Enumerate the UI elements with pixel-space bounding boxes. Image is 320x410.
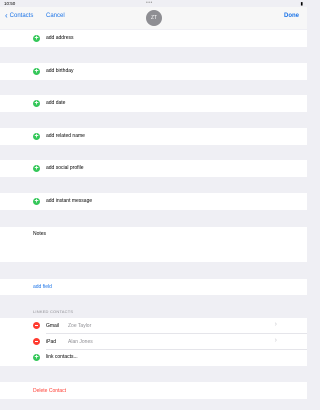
add-field-row[interactable]: add field — [0, 279, 307, 295]
back-button[interactable]: ‹ Contacts — [5, 11, 34, 20]
chevron-left-icon: ‹ — [5, 11, 8, 20]
add-circle-icon: + — [33, 354, 40, 361]
add-instant-message-label: add instant message — [46, 198, 93, 204]
add-social-profile-label: add social profile — [46, 165, 84, 171]
multitask-dots[interactable]: ••• — [146, 0, 153, 6]
remove-circle-icon[interactable] — [33, 322, 40, 329]
add-address-label: add address — [46, 35, 74, 41]
add-circle-icon: + — [33, 198, 40, 205]
add-social-profile-row[interactable]: + add social profile — [0, 160, 307, 177]
linked-name: Alan Jones — [68, 339, 93, 345]
add-circle-icon: + — [33, 165, 40, 172]
add-date-label: add date — [46, 100, 66, 106]
status-bar: 10:50 ••• ▮ — [0, 0, 307, 7]
link-contacts-row[interactable]: + link contacts... — [0, 350, 307, 366]
linked-service: iPad — [46, 339, 57, 345]
status-time: 10:50 — [4, 1, 16, 6]
add-circle-icon: + — [33, 68, 40, 75]
avatar[interactable]: ZT — [146, 10, 162, 26]
navigation-bar: ‹ Contacts Cancel ZT Done — [0, 7, 307, 29]
linked-contact-row[interactable]: iPad Alan Jones › — [0, 334, 307, 350]
add-related-name-row[interactable]: + add related name — [0, 128, 307, 145]
chevron-right-icon: › — [274, 321, 277, 328]
notes-field[interactable]: Notes — [0, 227, 307, 262]
notes-label: Notes — [33, 231, 47, 237]
add-circle-icon: + — [33, 35, 40, 42]
delete-contact-label: Delete Contact — [33, 388, 67, 394]
add-circle-icon: + — [33, 133, 40, 140]
back-label: Contacts — [9, 13, 34, 19]
chevron-right-icon: › — [274, 337, 277, 344]
cancel-button[interactable]: Cancel — [46, 13, 65, 19]
linked-service: Gmail — [46, 323, 60, 329]
linked-contacts-header: LINKED CONTACTS — [33, 309, 74, 314]
linked-name: Zoe Taylor — [68, 323, 92, 329]
remove-circle-icon[interactable] — [33, 338, 40, 345]
add-date-row[interactable]: + add date — [0, 95, 307, 112]
add-address-row[interactable]: + add address — [0, 30, 307, 47]
add-field-label: add field — [33, 284, 52, 290]
link-contacts-label: link contacts... — [46, 354, 78, 360]
done-button[interactable]: Done — [284, 13, 299, 19]
add-related-name-label: add related name — [46, 133, 85, 139]
add-instant-message-row[interactable]: + add instant message — [0, 193, 307, 210]
add-birthday-row[interactable]: + add birthday — [0, 63, 307, 80]
linked-contact-row[interactable]: Gmail Zoe Taylor › — [0, 318, 307, 334]
delete-contact-button[interactable]: Delete Contact — [0, 382, 307, 399]
add-birthday-label: add birthday — [46, 68, 74, 74]
add-circle-icon: + — [33, 100, 40, 107]
